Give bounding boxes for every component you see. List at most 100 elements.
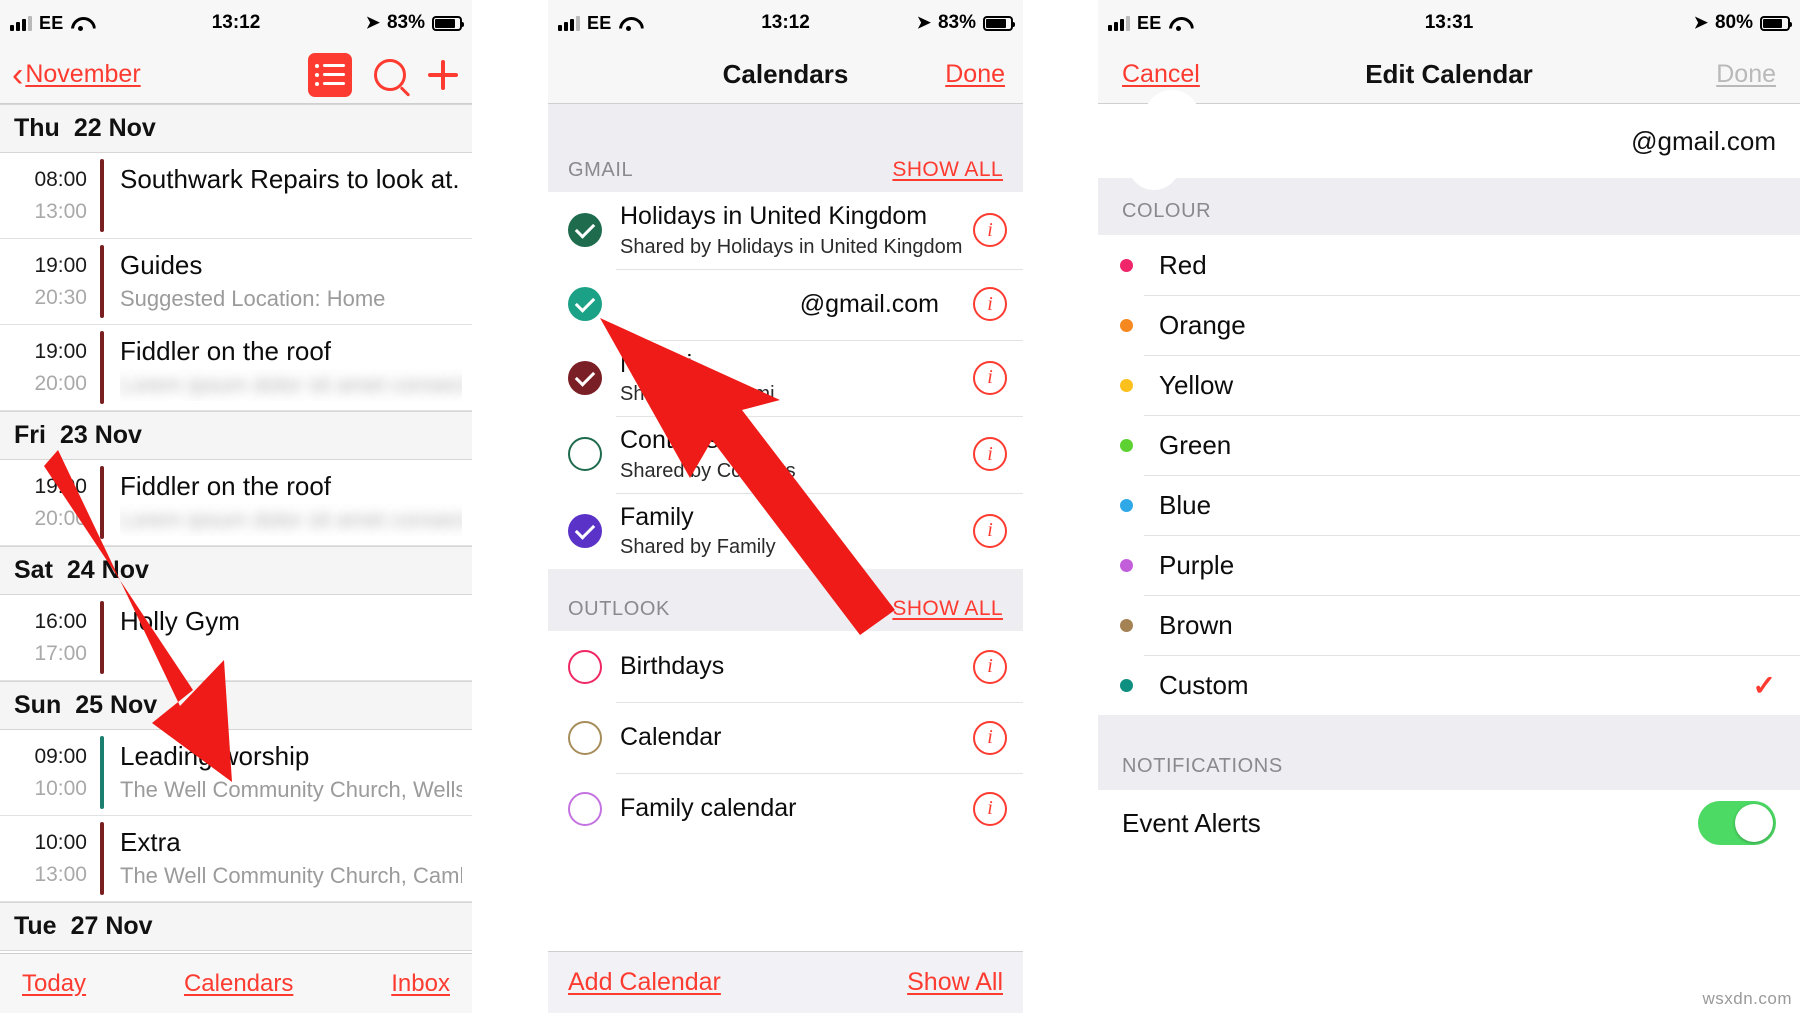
calendar-row[interactable]: Family calendar i xyxy=(548,773,1023,844)
event-end: 20:00 xyxy=(34,371,87,395)
event-start: 10:00 xyxy=(34,831,87,854)
day-weekday: Thu xyxy=(14,114,60,142)
calendar-text: Naomi Shared by Naomi xyxy=(620,340,973,417)
event-row[interactable]: 19:00 20:00 Fiddler on the roof Lorem ip… xyxy=(0,325,472,411)
calendar-checkbox[interactable] xyxy=(568,720,602,755)
done-button[interactable]: Done xyxy=(1716,60,1800,89)
add-calendar-button[interactable]: Add Calendar xyxy=(568,968,721,997)
colour-option-blue[interactable]: Blue xyxy=(1098,475,1800,535)
done-button[interactable]: Done xyxy=(945,60,1023,89)
colour-option-yellow[interactable]: Yellow xyxy=(1098,355,1800,415)
event-start: 19:00 xyxy=(34,254,87,277)
colour-label: Green xyxy=(1159,429,1232,460)
battery-percent: 83% xyxy=(937,12,976,33)
calendars-button[interactable]: Calendars xyxy=(184,970,293,998)
info-icon[interactable]: i xyxy=(973,720,1007,755)
calendar-row[interactable]: Calendar i xyxy=(548,702,1023,773)
info-icon[interactable]: i xyxy=(973,513,1007,548)
colour-swatch-icon xyxy=(1120,378,1133,392)
day-date: 24 Nov xyxy=(66,556,149,584)
calendar-row[interactable]: Naomi Shared by Naomi i xyxy=(548,339,1023,417)
section-title: NOTIFICATIONS xyxy=(1122,755,1283,777)
location-arrow-icon: ➤ xyxy=(365,13,380,32)
back-button-november[interactable]: November xyxy=(25,60,140,89)
wifi-icon xyxy=(1169,16,1188,31)
calendar-name: Holidays in United Kingdom xyxy=(620,202,928,230)
event-end: 10:00 xyxy=(34,776,87,800)
inbox-button[interactable]: Inbox xyxy=(391,970,450,998)
status-left-1: EE xyxy=(0,13,90,34)
colour-option-green[interactable]: Green xyxy=(1098,415,1800,475)
colour-option-orange[interactable]: Orange xyxy=(1098,295,1800,355)
calendar-checkbox[interactable] xyxy=(568,791,602,826)
info-icon[interactable]: i xyxy=(973,213,1007,248)
event-start: 19:00 xyxy=(34,475,87,498)
carrier-label: EE xyxy=(1137,12,1162,33)
location-arrow-icon: ➤ xyxy=(1693,13,1708,32)
info-icon[interactable]: i xyxy=(973,649,1007,684)
plus-icon[interactable] xyxy=(428,59,458,90)
search-icon[interactable] xyxy=(374,58,406,91)
colour-swatch-icon xyxy=(1120,318,1133,332)
event-title: Holly Gym xyxy=(120,606,240,636)
event-end: 13:00 xyxy=(34,199,87,223)
calendar-row[interactable]: @gmail.com i xyxy=(548,268,1023,340)
calendar-checkbox[interactable] xyxy=(568,649,602,684)
show-all-gmail-button[interactable]: SHOW ALL xyxy=(892,158,1003,182)
event-alerts-row[interactable]: Event Alerts xyxy=(1098,790,1800,856)
info-icon[interactable]: i xyxy=(973,437,1007,472)
event-alerts-label: Event Alerts xyxy=(1122,807,1261,838)
event-row[interactable]: 10:00 13:00 Extra The Well Community Chu… xyxy=(0,816,472,902)
redaction-blob xyxy=(1128,138,1180,190)
colour-option-custom[interactable]: Custom ✓ xyxy=(1098,655,1800,715)
calendar-name: Naomi xyxy=(620,349,693,378)
status-bar-1: EE 13:12 ➤ 83% xyxy=(0,0,472,46)
calendar-row[interactable]: Contacts Shared by Contacts i xyxy=(548,416,1023,493)
day-weekday: Tue xyxy=(14,912,57,940)
cancel-button[interactable]: Cancel xyxy=(1122,60,1200,89)
colour-option-brown[interactable]: Brown xyxy=(1098,595,1800,655)
info-icon[interactable]: i xyxy=(973,791,1007,826)
today-button[interactable]: Today xyxy=(22,970,86,998)
colour-option-purple[interactable]: Purple xyxy=(1098,535,1800,595)
calendar-checkbox[interactable] xyxy=(568,213,602,248)
day-header: Sun 25 Nov xyxy=(0,681,472,730)
list-view-icon[interactable] xyxy=(308,52,352,97)
day-weekday: Sat xyxy=(14,556,53,584)
event-end: 17:00 xyxy=(34,641,87,665)
event-end: 13:00 xyxy=(34,862,87,886)
calendar-name-field[interactable]: @gmail.com xyxy=(1098,90,1800,190)
back-chevron-icon[interactable]: ‹ xyxy=(12,58,23,92)
colour-option-red[interactable]: Red xyxy=(1098,235,1800,295)
event-title: Leading worship xyxy=(120,741,310,771)
calendar-checkbox[interactable] xyxy=(568,437,602,472)
calendar-checkbox[interactable] xyxy=(568,513,602,548)
status-left-3: EE xyxy=(1098,13,1188,34)
event-row[interactable]: 16:00 17:00 Holly Gym xyxy=(0,595,472,681)
gmail-calendar-checkbox[interactable] xyxy=(568,287,602,321)
calendar-row[interactable]: Family Shared by Family i xyxy=(548,492,1023,569)
show-all-outlook-button[interactable]: SHOW ALL xyxy=(892,597,1003,621)
event-row[interactable]: 08:00 13:00 Southwark Repairs to look at… xyxy=(0,153,472,239)
show-all-button[interactable]: Show All xyxy=(907,968,1003,997)
calendar-name: Family xyxy=(620,502,694,531)
day-header: Sat 24 Nov xyxy=(0,546,472,595)
event-times: 19:00 20:30 xyxy=(0,239,100,324)
colour-label: Brown xyxy=(1159,609,1233,640)
calendar-row[interactable]: Holidays in United Kingdom Shared by Hol… xyxy=(548,192,1023,269)
event-alerts-toggle[interactable] xyxy=(1698,801,1776,845)
event-title: Southwark Repairs to look at... xyxy=(120,164,462,194)
calendar-row[interactable]: Birthdays i xyxy=(548,631,1023,702)
info-icon[interactable]: i xyxy=(973,287,1007,321)
nav-actions-1 xyxy=(308,52,472,97)
event-row[interactable]: 19:00 20:30 Guides Suggested Location: H… xyxy=(0,239,472,325)
event-body: Southwark Repairs to look at... xyxy=(104,153,472,238)
wifi-icon xyxy=(71,16,90,31)
calendar-checkbox[interactable] xyxy=(568,360,602,395)
battery-percent: 80% xyxy=(1714,12,1753,33)
status-right-2: ➤ 83% xyxy=(917,12,1023,34)
event-row[interactable]: 19:00 20:00 Fiddler on the roof Lorem ip… xyxy=(0,460,472,546)
info-icon[interactable]: i xyxy=(973,360,1007,395)
battery-icon xyxy=(983,15,1015,31)
event-row[interactable]: 09:00 10:00 Leading worship The Well Com… xyxy=(0,730,472,816)
